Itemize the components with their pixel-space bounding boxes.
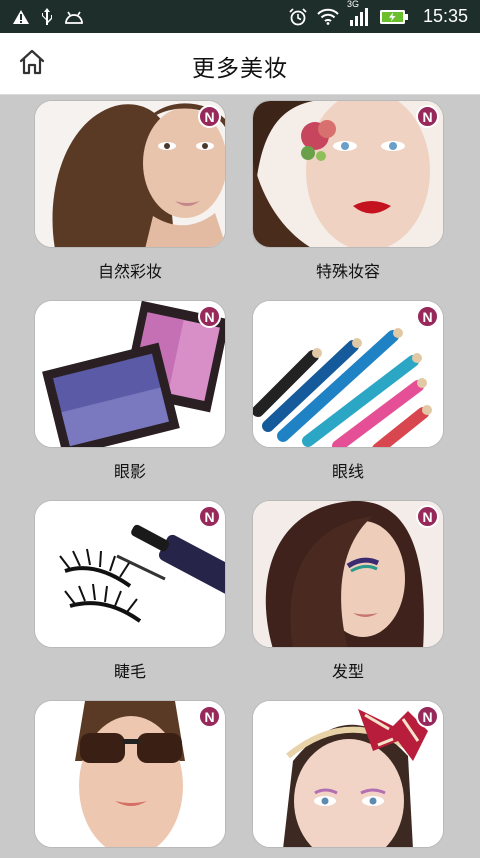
category-sunglasses[interactable]: N	[34, 700, 226, 858]
new-badge: N	[416, 305, 439, 328]
new-badge: N	[198, 105, 221, 128]
new-badge: N	[198, 505, 221, 528]
category-thumbnail[interactable]: N	[34, 300, 226, 448]
app-header: 更多美妆	[0, 33, 480, 95]
new-badge: N	[198, 705, 221, 728]
status-bar: 3G 15:35	[0, 0, 480, 33]
category-label: 睫毛	[113, 662, 146, 681]
new-badge: N	[198, 305, 221, 328]
portrait-image	[253, 501, 443, 647]
usb-icon	[40, 7, 54, 26]
page-title: 更多美妆	[192, 56, 288, 82]
battery-charging-icon	[379, 9, 409, 25]
category-label: 特殊妆容	[315, 262, 380, 281]
new-badge: N	[416, 105, 439, 128]
new-badge: N	[416, 505, 439, 528]
eyeshadow-palette-image	[35, 301, 225, 447]
category-eyelashes[interactable]: N 睫毛	[34, 500, 226, 682]
new-badge: N	[416, 705, 439, 728]
portrait-image	[35, 101, 225, 247]
portrait-image	[253, 101, 443, 247]
category-label: 发型	[331, 662, 364, 681]
category-label: 眼影	[113, 462, 146, 481]
eyelashes-mascara-image	[35, 501, 225, 647]
category-natural-makeup[interactable]: N 自然彩妆	[34, 100, 226, 282]
wifi-icon	[317, 8, 339, 25]
alarm-icon	[289, 7, 307, 26]
category-thumbnail[interactable]: N	[252, 300, 444, 448]
portrait-headband-image	[253, 701, 443, 847]
android-icon	[64, 10, 84, 24]
category-label: 眼线	[331, 462, 364, 481]
network-type: 3G	[346, 0, 359, 9]
category-thumbnail[interactable]: N	[252, 700, 444, 848]
category-label: 自然彩妆	[97, 262, 162, 281]
warning-icon	[12, 9, 30, 25]
category-thumbnail[interactable]: N	[34, 100, 226, 248]
category-thumbnail[interactable]: N	[34, 700, 226, 848]
category-special-makeup[interactable]: N 特殊妆容	[252, 100, 444, 282]
category-hair-accessory[interactable]: N	[252, 700, 444, 858]
category-eyeshadow[interactable]: N 眼影	[34, 300, 226, 482]
category-thumbnail[interactable]: N	[34, 500, 226, 648]
clock-time: 15:35	[422, 6, 468, 26]
signal-icon: 3G	[347, 0, 369, 26]
category-eyeliner[interactable]: N 眼线	[252, 300, 444, 482]
portrait-sunglasses-image	[35, 701, 225, 847]
category-hairstyle[interactable]: N 发型	[252, 500, 444, 682]
category-thumbnail[interactable]: N	[252, 100, 444, 248]
category-thumbnail[interactable]: N	[252, 500, 444, 648]
eyeliner-pencils-image	[253, 301, 443, 447]
